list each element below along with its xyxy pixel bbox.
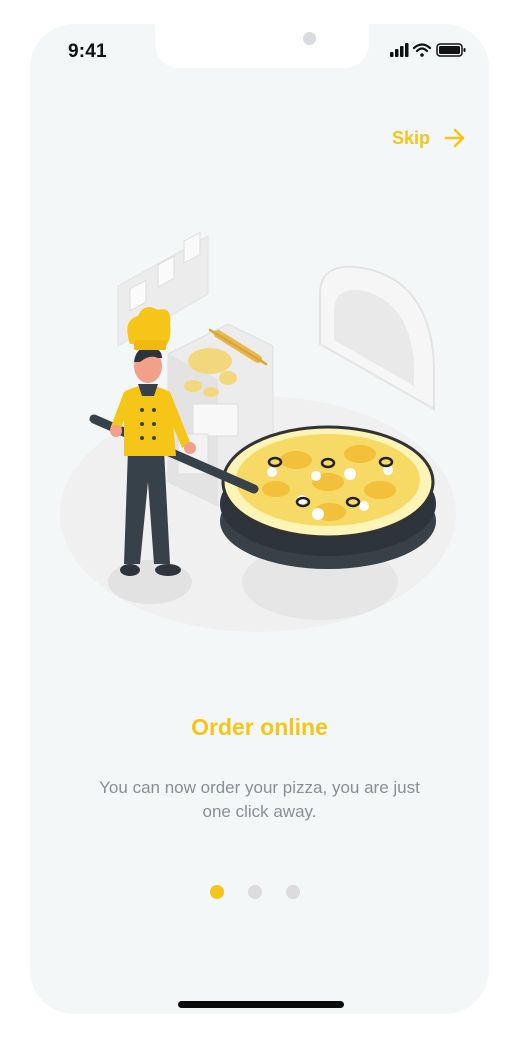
status-time: 9:41 <box>68 41 107 62</box>
pagination-dot-1[interactable] <box>210 885 224 899</box>
device-notch <box>155 24 369 68</box>
home-indicator[interactable] <box>178 1001 344 1008</box>
oven <box>319 265 435 411</box>
chef-shadow <box>108 560 192 604</box>
status-icons <box>390 43 466 57</box>
pagination-dots <box>210 884 300 900</box>
pagination-dot-3[interactable] <box>286 885 300 899</box>
phone-screen: 9:41 Skip Order online You can now order… <box>30 24 489 1014</box>
onboarding-description: You can now order your pizza, you are ju… <box>99 778 420 821</box>
arrow-right-icon <box>444 128 465 148</box>
chef-pizza-illustration <box>60 231 456 632</box>
cellular-signal-icon <box>390 43 409 57</box>
wifi-icon <box>412 43 432 57</box>
pizza <box>220 425 436 569</box>
onboarding-title: Order online <box>191 714 328 740</box>
skip-button[interactable]: Skip <box>392 126 466 150</box>
front-camera <box>303 32 316 45</box>
battery-icon <box>436 43 466 57</box>
pagination-dot-2[interactable] <box>248 885 262 899</box>
skip-label: Skip <box>392 127 431 148</box>
